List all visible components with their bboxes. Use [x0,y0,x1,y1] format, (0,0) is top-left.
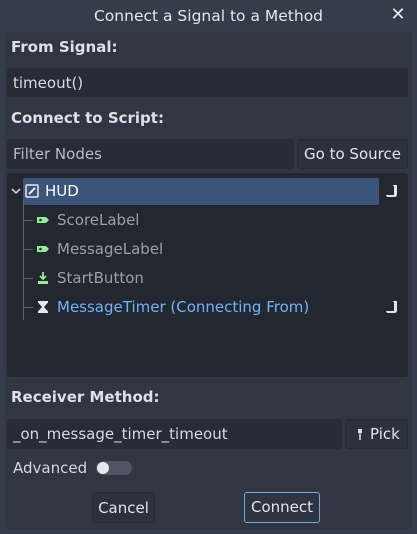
button-icon [38,272,48,284]
from-signal-label: From Signal: [11,38,118,56]
tree-item-messagelabel[interactable]: MessageLabel [7,235,408,263]
tree-item-label: MessageLabel [57,240,164,258]
connect-button[interactable]: Connect [244,492,320,523]
script-icon[interactable] [385,184,399,198]
node-tree[interactable]: HUD ScoreLabel MessageLabel StartButton [7,173,408,377]
tree-item-messagetimer[interactable]: MessageTimer (Connecting From) [7,293,408,321]
dialog-title: Connect a Signal to a Method [93,7,324,25]
filter-nodes-input[interactable] [7,139,294,169]
chevron-down-icon[interactable] [11,186,21,196]
signal-name-field[interactable] [7,68,408,97]
tree-item-hud[interactable]: HUD [7,177,408,205]
advanced-toggle[interactable] [96,461,132,475]
receiver-method-input[interactable] [7,419,342,449]
connect-to-script-label: Connect to Script: [11,109,164,127]
tree-item-label: MessageTimer (Connecting From) [57,298,310,316]
cancel-button[interactable]: Cancel [92,492,155,523]
tree-item-startbutton[interactable]: StartButton [7,264,408,292]
tree-item-label: HUD [45,182,79,200]
pick-label: Pick [370,425,400,443]
timer-icon [38,301,48,313]
label-icon [37,246,49,252]
toggle-knob [97,462,109,474]
tree-item-label: StartButton [57,269,144,287]
script-icon[interactable] [385,300,399,314]
advanced-label: Advanced [13,459,88,477]
close-icon[interactable]: ✕ [387,0,409,32]
receiver-method-label: Receiver Method: [11,388,160,406]
pick-icon [358,429,362,440]
tree-item-label: ScoreLabel [57,211,140,229]
go-to-source-button[interactable]: Go to Source [297,139,408,169]
tree-item-scorelabel[interactable]: ScoreLabel [7,206,408,234]
label-icon [37,217,49,223]
pick-button[interactable]: Pick [345,419,408,449]
control-edit-icon [25,184,39,198]
